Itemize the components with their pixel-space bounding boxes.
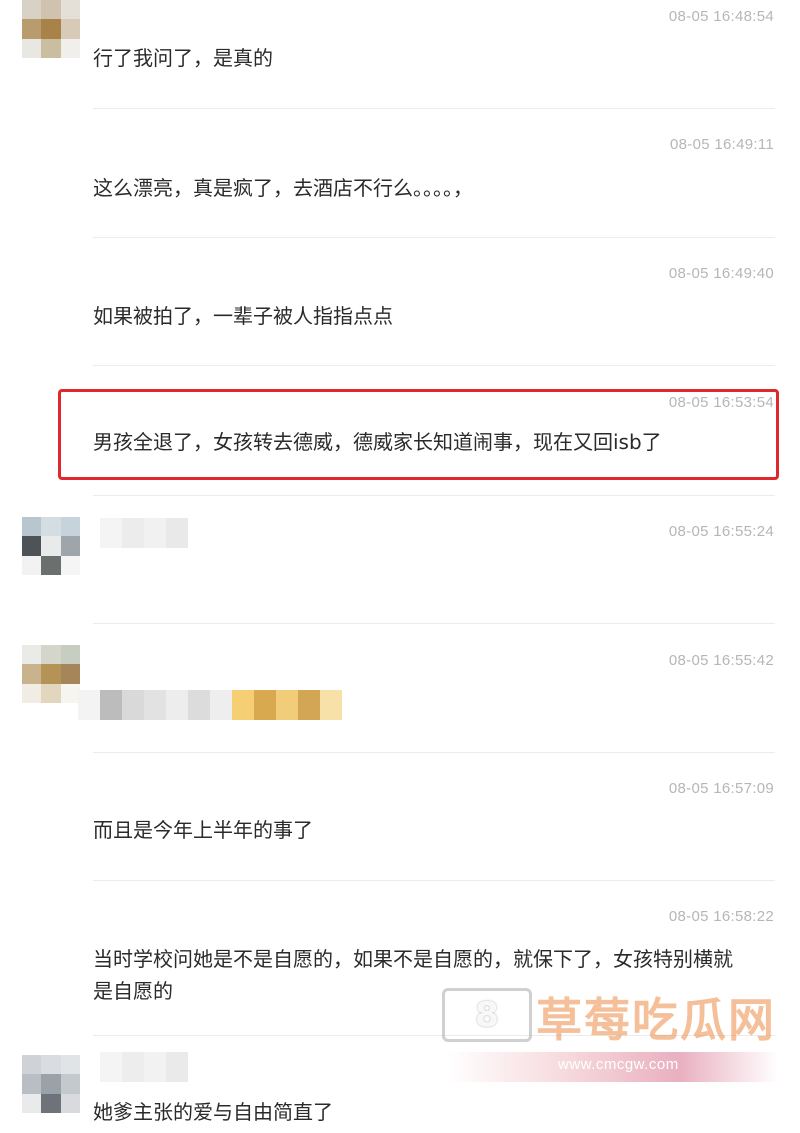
message-text: 而且是今年上半年的事了	[93, 818, 313, 842]
message-text: 她爹主张的爱与自由简直了	[93, 1100, 333, 1124]
message-timestamp: 08-05 16:49:11	[669, 136, 774, 153]
message-timestamp: 08-05 16:49:40	[668, 265, 774, 282]
user-avatar[interactable]	[22, 517, 80, 575]
watermark-logo-icon: 8	[442, 988, 532, 1042]
message-text: 行了我问了，是真的	[93, 46, 273, 70]
message-timestamp: 08-05 16:53:54	[668, 394, 774, 411]
redacted-content	[100, 518, 188, 548]
message-divider	[93, 495, 775, 496]
redacted-content	[78, 690, 342, 720]
message-divider	[93, 365, 775, 366]
message-divider	[93, 108, 775, 109]
message-timestamp: 08-05 16:55:42	[668, 652, 774, 669]
user-avatar[interactable]	[22, 1055, 80, 1113]
message-timestamp: 08-05 16:48:54	[668, 8, 774, 25]
user-avatar[interactable]	[22, 0, 80, 58]
message-divider	[93, 237, 775, 238]
watermark-url: www.cmcgw.com	[558, 1056, 679, 1073]
message-timestamp: 08-05 16:58:22	[668, 908, 774, 925]
message-timestamp: 08-05 16:57:09	[668, 780, 774, 797]
watermark: 8 草莓吃瓜网 www.cmcgw.com	[438, 982, 788, 1092]
message-divider	[93, 752, 775, 753]
message-text: 这么漂亮，真是疯了，去酒店不行么。。。。，	[93, 176, 473, 200]
message-divider	[93, 880, 775, 881]
message-divider	[93, 623, 775, 624]
message-timestamp: 08-05 16:55:24	[668, 523, 774, 540]
user-avatar[interactable]	[22, 645, 80, 703]
message-text: 男孩全退了，女孩转去德威，德威家长知道闹事，现在又回isb了	[93, 430, 662, 454]
redacted-content	[100, 1052, 188, 1082]
message-text: 如果被拍了，一辈子被人指指点点	[93, 304, 393, 328]
watermark-name: 草莓吃瓜网	[536, 993, 776, 1047]
